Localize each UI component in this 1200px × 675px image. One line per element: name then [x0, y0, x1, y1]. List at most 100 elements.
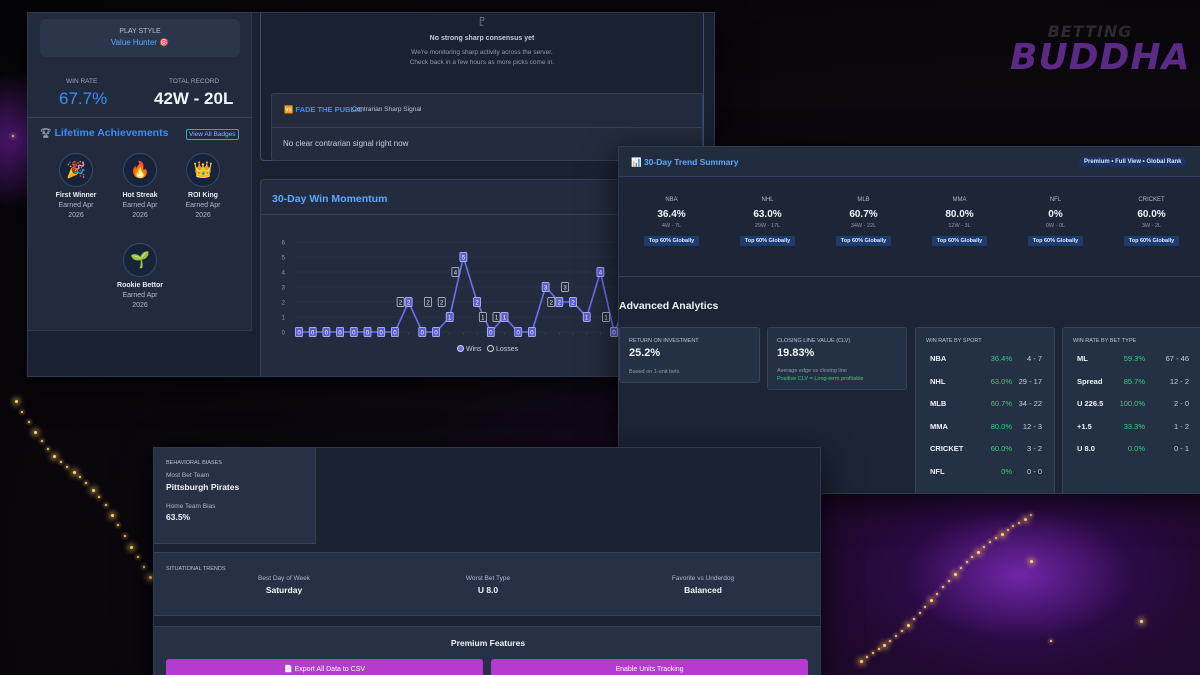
- row-record: 0 - 1: [1173, 444, 1189, 453]
- fade-public-title: 🆚 FADE THE PUBLIC: [284, 105, 363, 114]
- behavioral-biases-card: BEHAVIORAL BIASES Most Bet Team Pittsbur…: [154, 448, 316, 544]
- sport-win-rate: 0%: [1048, 209, 1063, 220]
- fav-dog-label: Favorite vs Underdog: [671, 575, 735, 582]
- sparkle: [947, 579, 950, 582]
- sparkle: [1018, 521, 1021, 524]
- sparkle: [149, 575, 153, 579]
- sparkle: [971, 555, 974, 558]
- seedling-icon: 🌱: [123, 243, 157, 277]
- sharp-message-line2: Check back in a few hours as more picks …: [409, 59, 555, 66]
- sparkle: [936, 592, 939, 595]
- row-record: 34 - 22: [1018, 399, 1042, 408]
- sparkle: [27, 421, 30, 424]
- sport-trend-mma: MMA 80.0% 12W - 3L Top 60% Globally: [912, 197, 1007, 247]
- row-key: U 8.0: [1077, 444, 1095, 453]
- worst-bet-type: Worst Bet Type U 8.0: [413, 575, 563, 595]
- badge-earned-line: Earned Apr: [122, 292, 158, 299]
- legend-wins[interactable]: Wins: [457, 345, 482, 353]
- sharp-message: We're monitoring sharp activity across t…: [260, 48, 704, 68]
- sparkle: [91, 488, 95, 492]
- sparkle: [123, 534, 126, 537]
- roi-card: RETURN ON INVESTMENT 25.2% Based on 1-un…: [619, 327, 760, 383]
- legend-losses[interactable]: Losses: [487, 345, 518, 353]
- win-rate-value: 67.7%: [59, 89, 108, 108]
- trend-header: 📊 30-Day Trend Summary Premium • Full Vi…: [619, 147, 1200, 177]
- badge-earned-line: Earned Apr: [122, 202, 158, 209]
- play-style-value: Value Hunter 🎯: [110, 38, 170, 47]
- clv-subtitle: Average edge vs closing line: [777, 368, 847, 374]
- export-csv-button[interactable]: 📄 Export All Data to CSV: [166, 659, 483, 675]
- sparkle: [877, 648, 880, 651]
- sport-win-rate: 63.0%: [753, 209, 782, 220]
- trend-analytics-panel: 📊 30-Day Trend Summary Premium • Full Vi…: [618, 146, 1200, 494]
- sport-trend-nfl: NFL 0% 0W - 0L Top 60% Globally: [1008, 197, 1103, 247]
- badge-earned: Earned Apr 2026: [108, 291, 172, 311]
- badge-earned-year: 2026: [132, 212, 148, 219]
- sport-win-rate: 60.7%: [849, 209, 878, 220]
- sparkle: [1030, 560, 1033, 563]
- sport-name: NBA: [665, 197, 678, 203]
- sparkle: [912, 618, 915, 621]
- badge-name: Hot Streak: [122, 192, 158, 199]
- sparkle: [965, 561, 968, 564]
- situational-title: SITUATIONAL TRENDS: [166, 566, 226, 572]
- badge-first-winner[interactable]: 🎉 First Winner Earned Apr 2026: [44, 153, 108, 221]
- wins-swatch: [457, 345, 464, 352]
- y-tick-label: 6: [282, 241, 286, 247]
- sharp-title: No strong sharp consensus yet: [429, 35, 535, 42]
- record-value: 42W - 20L: [154, 89, 234, 108]
- badge-rookie-bettor[interactable]: 🌱 Rookie Bettor Earned Apr 2026: [108, 243, 172, 311]
- global-rank-badge: Top 60% Globally: [931, 236, 988, 246]
- row-key: Spread: [1077, 376, 1103, 386]
- sparkle: [983, 545, 986, 548]
- most-bet-label: Most Bet Team: [166, 472, 210, 479]
- row-win-rate: 36.4%: [990, 354, 1012, 363]
- sparkle: [871, 652, 874, 655]
- flame-icon: 🔥: [123, 153, 157, 187]
- sparkle: [1140, 620, 1143, 623]
- row-win-rate: 59.3%: [1123, 354, 1145, 363]
- row-record: 1 - 2: [1173, 421, 1189, 431]
- fav-dog-value: Balanced: [684, 585, 722, 595]
- row-key: MMA: [930, 421, 948, 431]
- badge-name: ROI King: [188, 192, 218, 199]
- badge-earned-year: 2026: [132, 302, 148, 309]
- enable-units-button[interactable]: Enable Units Tracking: [491, 659, 808, 675]
- sport-name: NHL: [761, 197, 774, 203]
- badge-roi-king[interactable]: 👑 ROI King Earned Apr 2026: [171, 153, 235, 221]
- global-rank-badge: Top 60% Globally: [1027, 236, 1084, 246]
- row-key: MLB: [930, 399, 947, 408]
- sport-name: CRICKET: [1138, 197, 1165, 203]
- row-key: NHL: [930, 376, 946, 386]
- sparkle: [136, 556, 139, 559]
- favorite-vs-underdog: Favorite vs Underdog Balanced: [628, 575, 778, 595]
- sparkle: [977, 550, 981, 554]
- view-all-badges-button[interactable]: View All Badges: [186, 129, 239, 140]
- by-type-title: WIN RATE BY BET TYPE: [1073, 338, 1137, 344]
- situational-trends-card: SITUATIONAL TRENDS Best Day of Week Satu…: [154, 552, 820, 616]
- clv-value: 19.83%: [777, 347, 815, 359]
- profile-sidebar: PLAY STYLE Value Hunter 🎯 WIN RATE TOTAL…: [28, 13, 252, 331]
- row-win-rate: 33.3%: [1123, 421, 1145, 431]
- sparkle: [143, 566, 145, 569]
- sparkle: [994, 537, 997, 540]
- row-record: 67 - 46: [1165, 354, 1189, 363]
- sparkle: [865, 656, 868, 659]
- trend-sport-grid: NBA 36.4% 4W - 7L Top 60% Globally NHL 63.0% 2…: [619, 177, 1200, 277]
- y-tick-label: 1: [282, 316, 286, 322]
- record-label: TOTAL RECORD: [169, 78, 220, 85]
- sport-trend-mlb: MLB 60.7% 34W - 22L Top 60% Globally: [816, 197, 911, 247]
- badge-earned: Earned Apr 2026: [171, 201, 235, 221]
- sparkle: [930, 599, 934, 603]
- win-rate-by-sport-card: WIN RATE BY SPORT NBA 36.4% 4 - 7 NHL 63.0% 2…: [915, 327, 1055, 493]
- row-record: 4 - 7: [1026, 354, 1042, 363]
- row-record: 12 - 3: [1022, 421, 1042, 431]
- sparkle: [34, 431, 38, 435]
- badge-hot-streak[interactable]: 🔥 Hot Streak Earned Apr 2026: [108, 153, 172, 221]
- badge-earned-year: 2026: [68, 212, 84, 219]
- sport-record: 12W - 3L: [948, 223, 971, 229]
- badge-earned-line: Earned Apr: [185, 202, 221, 209]
- sport-win-rate: 80.0%: [945, 209, 974, 220]
- best-day-label: Best Day of Week: [258, 575, 310, 582]
- row-key: CRICKET: [930, 444, 964, 453]
